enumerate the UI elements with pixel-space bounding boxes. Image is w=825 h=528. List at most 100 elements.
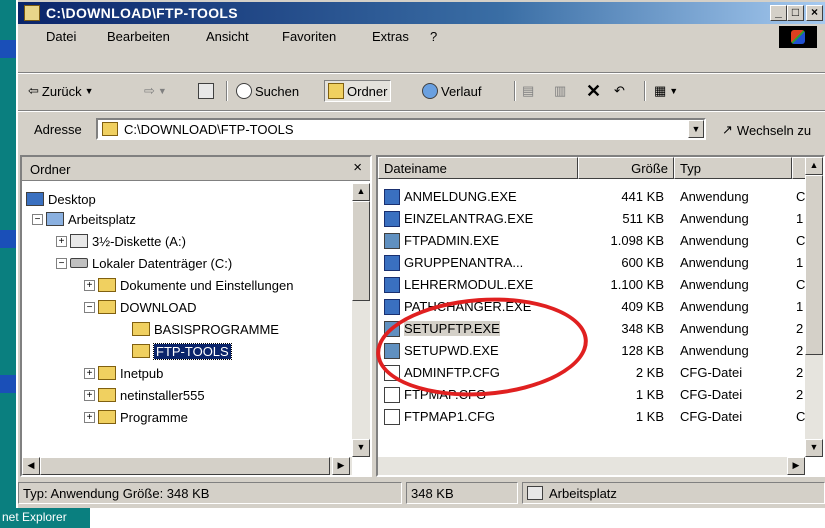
computer-icon xyxy=(527,486,543,500)
scroll-left-button[interactable]: ◀ xyxy=(22,457,40,475)
file-size: 511 KB xyxy=(622,211,664,226)
tree-item-programme[interactable]: Programme xyxy=(98,407,188,427)
scroll-up-button[interactable]: ▲ xyxy=(352,183,370,201)
scroll-up-button[interactable]: ▲ xyxy=(805,157,823,175)
explorer-window: C:\DOWNLOAD\FTP-TOOLS _ □ × Datei Bearbe… xyxy=(16,0,825,508)
column-header-name[interactable]: Dateiname xyxy=(378,157,578,179)
forward-button[interactable]: ⇨ ▼ xyxy=(144,80,167,102)
column-header-size[interactable]: Größe xyxy=(578,157,674,179)
file-type: Anwendung xyxy=(680,321,749,336)
collapse-toggle[interactable]: − xyxy=(84,302,95,313)
menu-edit[interactable]: Bearbeiten xyxy=(107,29,170,44)
application-icon xyxy=(384,211,400,227)
search-button[interactable]: Suchen xyxy=(236,80,299,102)
menu-help[interactable]: ? xyxy=(430,29,437,44)
tree-item-dokumente[interactable]: Dokumente und Einstellungen xyxy=(98,275,293,295)
file-row[interactable]: GRUPPENANTRA... 600 KB Anwendung 1 xyxy=(378,253,808,273)
undo-button[interactable]: ↶ xyxy=(614,80,625,102)
expand-toggle[interactable]: + xyxy=(56,236,67,247)
address-dropdown-button[interactable]: ▼ xyxy=(688,120,704,138)
column-header-type[interactable]: Typ xyxy=(674,157,792,179)
file-row[interactable]: FTPADMIN.EXE 1.098 KB Anwendung C xyxy=(378,231,808,251)
maximize-button[interactable]: □ xyxy=(787,5,804,21)
folder-pane-vertical-scrollbar[interactable]: ▲ ▼ xyxy=(352,183,370,457)
minimize-button[interactable]: _ xyxy=(770,5,787,21)
tree-item-label: Programme xyxy=(120,409,188,425)
file-row[interactable]: FTPMAP1.CFG 1 KB CFG-Datei C xyxy=(378,407,808,427)
delete-button[interactable]: ✕ xyxy=(586,80,601,102)
menu-favorites[interactable]: Favoriten xyxy=(282,29,336,44)
views-button[interactable]: ▦ ▼ xyxy=(654,80,678,102)
tree-item-desktop[interactable]: Desktop xyxy=(26,189,96,209)
file-type: CFG-Datei xyxy=(680,387,743,402)
tree-item-download[interactable]: DOWNLOAD xyxy=(98,297,197,317)
folders-button[interactable]: Ordner xyxy=(324,80,392,102)
collapse-toggle[interactable]: − xyxy=(56,258,67,269)
scroll-thumb[interactable] xyxy=(805,175,823,355)
file-modified-partial: 1 xyxy=(796,299,804,314)
folder-open-icon xyxy=(132,344,150,358)
scroll-down-button[interactable]: ▼ xyxy=(352,439,370,457)
move-to-button[interactable]: ▤ xyxy=(522,80,534,102)
folder-tree: Desktop − Arbeitsplatz + 3½-Diskette (A:… xyxy=(22,183,348,457)
folder-icon xyxy=(24,5,40,21)
expand-toggle[interactable]: + xyxy=(84,412,95,423)
back-button[interactable]: ⇦ Zurück ▼ xyxy=(28,80,94,102)
expand-toggle[interactable]: + xyxy=(84,368,95,379)
scroll-down-button[interactable]: ▼ xyxy=(805,439,823,457)
tree-item-floppy[interactable]: 3½-Diskette (A:) xyxy=(70,231,186,251)
tree-item-label: Lokaler Datenträger (C:) xyxy=(92,255,233,271)
tree-item-arbeitsplatz[interactable]: Arbeitsplatz xyxy=(46,209,136,229)
menu-file[interactable]: Datei xyxy=(46,29,76,44)
history-label: Verlauf xyxy=(441,83,482,99)
expand-toggle[interactable]: + xyxy=(84,390,95,401)
close-button[interactable]: × xyxy=(806,5,823,21)
expand-toggle[interactable]: + xyxy=(84,280,95,291)
scroll-thumb[interactable] xyxy=(40,457,330,475)
file-modified-partial: C xyxy=(796,233,806,248)
toolbar: ⇦ Zurück ▼ ⇨ ▼ Suchen Ordner Verlauf ▤ ▥… xyxy=(18,76,825,106)
file-name: FTPADMIN.EXE xyxy=(404,233,500,248)
delete-icon: ✕ xyxy=(586,80,602,101)
history-button[interactable]: Verlauf xyxy=(422,80,481,102)
go-button[interactable]: ↗ Wechseln zu xyxy=(722,122,811,138)
file-row[interactable]: LEHRERMODUL.EXE 1.100 KB Anwendung C xyxy=(378,275,808,295)
tree-item-basisprogramme[interactable]: BASISPROGRAMME xyxy=(132,319,279,339)
go-label: Wechseln zu xyxy=(736,122,812,138)
window-title: C:\DOWNLOAD\FTP-TOOLS xyxy=(46,5,238,21)
file-size: 128 KB xyxy=(621,343,664,358)
file-modified-partial: 2 xyxy=(796,343,804,358)
tree-item-inetpub[interactable]: Inetpub xyxy=(98,363,163,383)
tree-item-netinstaller[interactable]: netinstaller555 xyxy=(98,385,205,405)
folder-pane-horizontal-scrollbar[interactable]: ◀ ▶ xyxy=(22,457,352,475)
search-icon xyxy=(236,83,252,99)
file-row[interactable]: ANMELDUNG.EXE 441 KB Anwendung C xyxy=(378,187,808,207)
file-size: 1.098 KB xyxy=(610,233,665,248)
close-folder-pane-button[interactable]: × xyxy=(353,159,362,176)
tree-item-label: FTP-TOOLS xyxy=(153,342,232,360)
file-row[interactable]: EINZELANTRAG.EXE 511 KB Anwendung 1 xyxy=(378,209,808,229)
address-input[interactable]: C:\DOWNLOAD\FTP-TOOLS ▼ xyxy=(96,118,706,140)
move-to-icon: ▤ xyxy=(522,83,535,98)
collapse-toggle[interactable]: − xyxy=(32,214,43,225)
views-icon: ▦ xyxy=(654,83,667,98)
copy-to-button[interactable]: ▥ xyxy=(554,80,566,102)
file-list-vertical-scrollbar[interactable]: ▲ ▼ xyxy=(805,157,823,457)
menu-view[interactable]: Ansicht xyxy=(206,29,249,44)
status-zone-label: Arbeitsplatz xyxy=(549,485,617,501)
file-size: 409 KB xyxy=(621,299,664,314)
scroll-right-button[interactable]: ▶ xyxy=(787,457,805,475)
scroll-right-button[interactable]: ▶ xyxy=(332,457,350,475)
scroll-thumb[interactable] xyxy=(352,201,370,301)
tree-item-drive-c[interactable]: Lokaler Datenträger (C:) xyxy=(70,253,232,273)
folder-pane: Ordner × Desktop − Arbeitsplatz + 3½-Dis… xyxy=(20,155,372,477)
tree-item-ftp-tools[interactable]: FTP-TOOLS xyxy=(132,341,232,361)
title-bar[interactable]: C:\DOWNLOAD\FTP-TOOLS _ □ × xyxy=(18,2,825,24)
menu-extras[interactable]: Extras xyxy=(372,29,409,44)
application-icon xyxy=(384,233,400,249)
folder-icon xyxy=(98,300,116,314)
file-list-horizontal-scrollbar[interactable]: ▶ xyxy=(378,457,805,475)
file-type: CFG-Datei xyxy=(680,365,743,380)
desktop-icon-label[interactable]: net Explorer xyxy=(0,507,90,528)
up-folder-button[interactable] xyxy=(198,80,214,102)
